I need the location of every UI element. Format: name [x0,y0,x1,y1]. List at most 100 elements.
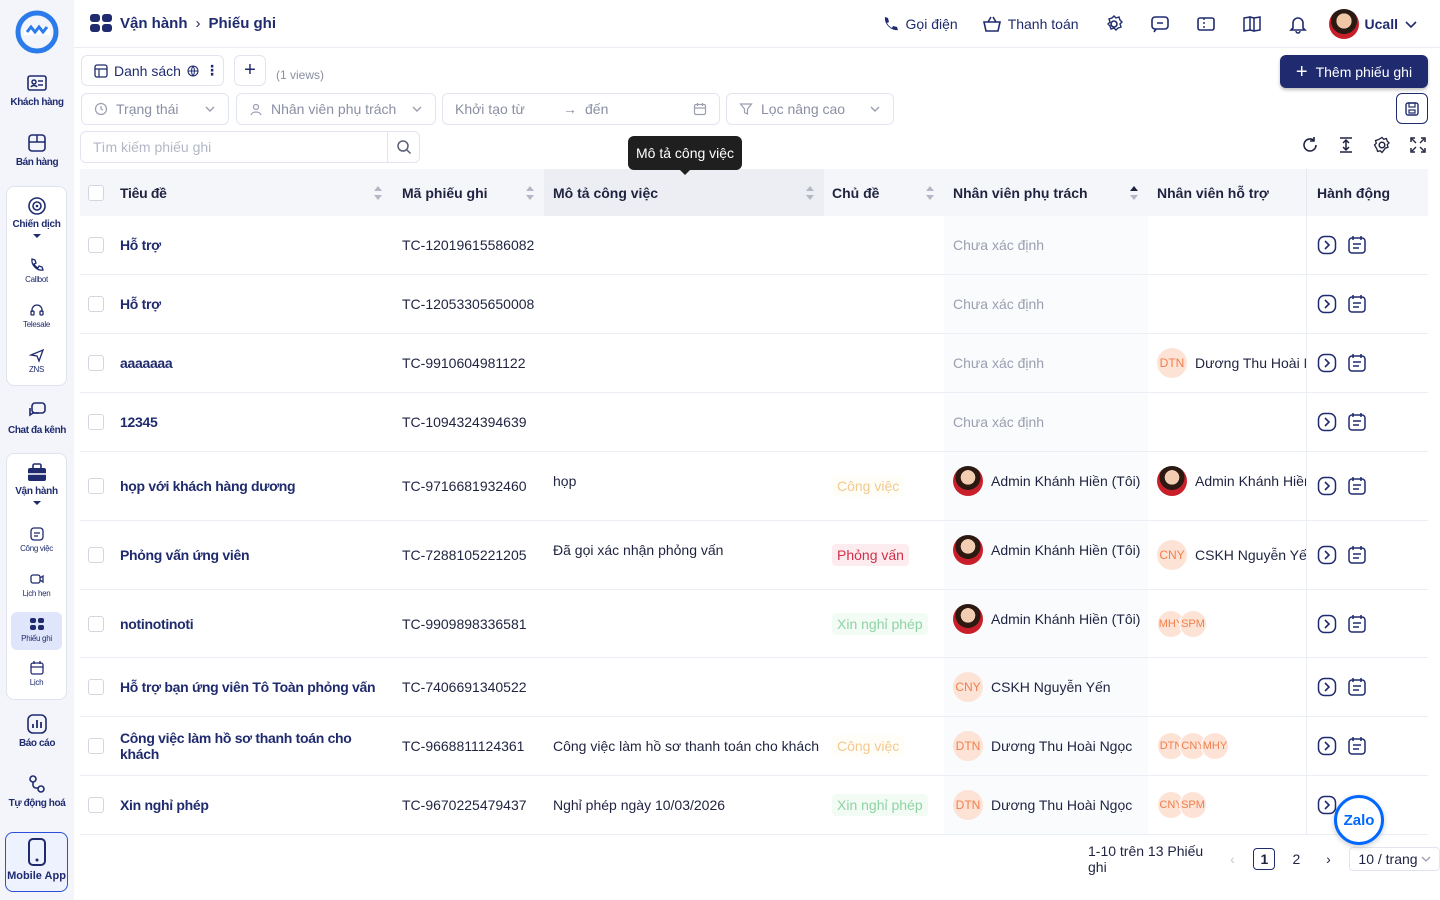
open-ticket-icon[interactable] [1317,614,1337,634]
ticket-title[interactable]: họp với khách hàng dương [120,452,392,520]
notes-icon[interactable] [1347,235,1367,255]
call-button[interactable]: Gọi điện [882,15,958,33]
open-ticket-icon[interactable] [1317,677,1337,697]
search-button[interactable] [387,132,419,162]
bell-icon[interactable] [1287,13,1309,35]
date-range-picker[interactable]: Khởi tạo từ → đến [442,93,720,125]
table-row[interactable]: họp với khách hàng dương TC-9716681932460… [80,452,1428,521]
chevron-down-icon[interactable] [32,234,41,238]
sidebar-item-telesale[interactable]: Telesale [7,302,66,329]
search-input[interactable] [81,132,387,162]
page-2-button[interactable]: 2 [1285,848,1307,870]
notes-icon[interactable] [1347,545,1367,565]
ticket-title[interactable]: Phỏng vấn ứng viên [120,521,392,589]
notes-icon[interactable] [1347,412,1367,432]
ticket-title[interactable]: aaaaaaa [120,334,392,392]
table-row[interactable]: 12345 TC-1094324394639 Chưa xác định [80,393,1428,452]
sort-icon[interactable] [526,185,534,200]
page-size-select[interactable]: 10 / trang [1349,847,1440,871]
ticket-title[interactable]: 12345 [120,393,392,451]
staff-filter[interactable]: Nhân viên phụ trách [236,93,436,125]
advanced-filter[interactable]: Lọc nâng cao [726,93,894,125]
row-checkbox[interactable] [88,355,104,371]
page-1-button[interactable]: 1 [1253,848,1276,870]
ticket-title[interactable]: Công việc làm hồ sơ thanh toán cho khách [120,717,392,775]
column-header-description[interactable]: Mô tả công việc [544,169,824,216]
row-checkbox[interactable] [88,797,104,813]
column-header-staff[interactable]: Nhân viên phụ trách [944,169,1148,216]
more-vertical-icon[interactable]: ⋮ [205,62,219,79]
notes-icon[interactable] [1347,736,1367,756]
user-menu[interactable]: Ucall [1328,9,1418,39]
sidebar-item-tasks[interactable]: Công việc [7,526,66,553]
row-checkbox[interactable] [88,414,104,430]
breadcrumb-tickets[interactable]: Phiếu ghi [209,15,277,32]
sort-icon[interactable] [1130,185,1138,200]
sidebar-item-reports[interactable]: Báo cáo [0,713,74,749]
row-checkbox[interactable] [88,237,104,253]
sidebar-item-omnichat[interactable]: Chat đa kênh [0,400,74,436]
notes-icon[interactable] [1347,677,1367,697]
date-from-input[interactable]: Khởi tạo từ [455,101,555,117]
refresh-icon[interactable] [1300,135,1320,155]
open-ticket-icon[interactable] [1317,736,1337,756]
sidebar-item-campaign[interactable]: Chiến dịch [7,195,66,238]
gear-icon[interactable] [1103,13,1125,35]
column-header-topic[interactable]: Chủ đề [824,169,944,216]
table-row[interactable]: Hỗ trợ TC-12053305650008 Chưa xác định [80,275,1428,334]
row-checkbox[interactable] [88,547,104,563]
column-height-icon[interactable] [1336,135,1356,155]
sort-icon[interactable] [806,185,814,200]
next-page-icon[interactable]: › [1317,848,1339,870]
sort-icon[interactable] [926,185,934,200]
sort-icon[interactable] [374,185,382,200]
sidebar-item-operations[interactable]: Vận hành [7,462,66,505]
open-ticket-icon[interactable] [1317,545,1337,565]
notes-icon[interactable] [1347,614,1367,634]
open-ticket-icon[interactable] [1317,294,1337,314]
table-row[interactable]: Xin nghỉ phép TC-9670225479437 Nghỉ phép n… [80,776,1428,835]
row-checkbox[interactable] [88,615,104,632]
table-row[interactable]: aaaaaaa TC-9910604981122 Chưa xác định DTN D… [80,334,1428,393]
ticket-icon[interactable] [1195,13,1217,35]
sidebar-item-sales[interactable]: Bán hàng [0,132,74,168]
row-checkbox[interactable] [88,478,104,494]
row-checkbox[interactable] [88,738,104,754]
row-checkbox[interactable] [88,296,104,312]
ucall-logo[interactable] [14,10,60,54]
column-header-support[interactable]: Nhân viên hỗ trợ [1148,169,1306,216]
message-icon[interactable] [1149,13,1171,35]
fullscreen-icon[interactable] [1408,135,1428,155]
add-view-button[interactable]: + [234,55,266,86]
notes-icon[interactable] [1347,353,1367,373]
notes-icon[interactable] [1347,476,1367,496]
zalo-chat-button[interactable]: Zalo [1334,795,1384,845]
table-row[interactable]: Hỗ trợ bạn ứng viên Tô Toàn phỏng vấn TC-… [80,658,1428,717]
sidebar-item-appointments[interactable]: Lịch hẹn [7,571,66,598]
chevron-down-icon[interactable] [32,501,41,505]
ticket-title[interactable]: Xin nghỉ phép [120,776,392,834]
table-row[interactable]: Phỏng vấn ứng viên TC-7288105221205 Đã gọi… [80,521,1428,590]
table-row[interactable]: Hỗ trợ TC-12019615586082 Chưa xác định [80,216,1428,275]
sidebar-item-calendar[interactable]: Lịch [7,660,66,687]
view-tab-list[interactable]: Danh sách ⋮ [81,55,224,86]
sidebar-item-tickets[interactable]: Phiếu ghi [11,612,62,650]
table-row[interactable]: Công việc làm hồ sơ thanh toán cho khách… [80,717,1428,776]
column-header-code[interactable]: Mã phiếu ghi [402,169,544,216]
row-checkbox[interactable] [88,679,104,695]
sidebar-item-customers[interactable]: Khách hàng [0,72,74,108]
table-row[interactable]: notinotinoti TC-9909898336581 Xin nghỉ phé… [80,590,1428,658]
notes-icon[interactable] [1347,294,1367,314]
add-ticket-button[interactable]: + Thêm phiếu ghi [1280,55,1428,88]
prev-page-icon[interactable]: ‹ [1221,848,1243,870]
open-ticket-icon[interactable] [1317,476,1337,496]
open-ticket-icon[interactable] [1317,353,1337,373]
status-filter[interactable]: Trạng thái [81,93,229,125]
settings-icon[interactable] [1372,135,1392,155]
book-icon[interactable] [1241,13,1263,35]
sidebar-item-mobile-app[interactable]: Mobile App [5,832,68,892]
sidebar-item-callbot[interactable]: Callbot [7,257,66,284]
open-ticket-icon[interactable] [1317,412,1337,432]
breadcrumb-operations[interactable]: Vận hành [120,15,188,32]
sidebar-item-automation[interactable]: Tự động hoá [0,773,74,809]
